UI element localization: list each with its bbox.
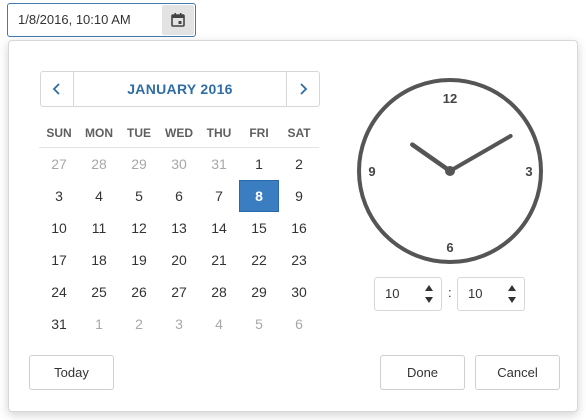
calendar-day[interactable]: 26 [119,277,159,307]
calendar-day[interactable]: 30 [279,277,319,307]
calendar-day[interactable]: 17 [39,245,79,275]
weekday-label: TUE [127,126,151,140]
caret-down-icon [508,297,516,303]
calendar-day[interactable]: 11 [79,213,119,243]
analog-clock: 12 3 6 9 [357,78,543,264]
calendar-day[interactable]: 12 [119,213,159,243]
calendar-day[interactable]: 2 [119,309,159,339]
clock-label-3: 3 [525,164,532,179]
calendar-day[interactable]: 31 [199,149,239,179]
caret-down-icon [425,297,433,303]
next-month-button[interactable] [286,72,319,106]
weekday-header-row: SUN MON TUE WED THU FRI SAT [39,125,319,148]
calendar-day[interactable]: 6 [279,309,319,339]
calendar-day[interactable]: 4 [79,181,119,211]
calendar-day[interactable]: 5 [239,309,279,339]
calendar-day[interactable]: 18 [79,245,119,275]
weekday-label: MON [85,126,113,140]
calendar-day[interactable]: 3 [39,181,79,211]
calendar-day[interactable]: 24 [39,277,79,307]
weekday-label: THU [206,126,232,140]
calendar-day[interactable]: 29 [119,149,159,179]
caret-up-icon [508,285,516,291]
calendar-day[interactable]: 27 [39,149,79,179]
minute-decrement-button[interactable] [506,294,518,306]
calendar-day[interactable]: 21 [199,245,239,275]
calendar-day[interactable]: 1 [79,309,119,339]
chevron-left-icon [52,83,60,95]
done-button[interactable]: Done [380,355,465,390]
weekday-label: SUN [46,126,72,140]
calendar-day[interactable]: 20 [159,245,199,275]
datetime-value: 1/8/2016, 10:10 AM [18,12,131,27]
caret-up-icon [425,285,433,291]
calendar-icon [171,13,185,27]
clock-center [445,166,455,176]
hour-spinner[interactable]: 10 [374,277,442,311]
calendar-day[interactable]: 23 [279,245,319,275]
calendar-day[interactable]: 6 [159,181,199,211]
clock-label-6: 6 [446,240,453,255]
calendar-day[interactable]: 7 [199,181,239,211]
calendar-day[interactable]: 25 [79,277,119,307]
month-title[interactable]: JANUARY 2016 [73,72,287,106]
minute-value[interactable]: 10 [468,278,482,310]
today-button[interactable]: Today [29,355,114,390]
chevron-right-icon [300,83,308,95]
calendar-day[interactable]: 5 [119,181,159,211]
calendar-header: JANUARY 2016 [40,71,320,107]
calendar-day[interactable]: 27 [159,277,199,307]
hour-decrement-button[interactable] [423,294,435,306]
weekday-label: WED [165,126,193,140]
calendar-day[interactable]: 22 [239,245,279,275]
prev-month-button[interactable] [41,72,74,106]
clock-label-9: 9 [368,164,375,179]
minute-increment-button[interactable] [506,282,518,294]
calendar-day[interactable]: 16 [279,213,319,243]
datetime-input[interactable]: 1/8/2016, 10:10 AM [7,3,196,37]
calendar-day[interactable]: 1 [239,149,279,179]
calendar-day[interactable]: 28 [79,149,119,179]
hour-value[interactable]: 10 [385,278,399,310]
calendar-toggle-button[interactable] [162,5,194,35]
calendar-day[interactable]: 19 [119,245,159,275]
hour-increment-button[interactable] [423,282,435,294]
calendar-day[interactable]: 8 [239,180,279,212]
weekday-label: FRI [249,126,269,140]
calendar-day[interactable]: 13 [159,213,199,243]
clock-label-12: 12 [443,91,457,106]
time-separator: : [448,285,452,300]
calendar-day[interactable]: 3 [159,309,199,339]
calendar-day[interactable]: 14 [199,213,239,243]
calendar-day[interactable]: 4 [199,309,239,339]
calendar-day[interactable]: 29 [239,277,279,307]
weekday-label: SAT [287,126,311,140]
datetime-picker-popup: JANUARY 2016 SUN MON TUE WED THU FRI SAT… [8,40,578,412]
calendar-day[interactable]: 9 [279,181,319,211]
minute-spinner[interactable]: 10 [457,277,525,311]
calendar-day[interactable]: 28 [199,277,239,307]
calendar-day[interactable]: 30 [159,149,199,179]
cancel-button[interactable]: Cancel [475,355,560,390]
calendar-day[interactable]: 2 [279,149,319,179]
calendar-day[interactable]: 10 [39,213,79,243]
calendar-day[interactable]: 15 [239,213,279,243]
calendar-day[interactable]: 31 [39,309,79,339]
